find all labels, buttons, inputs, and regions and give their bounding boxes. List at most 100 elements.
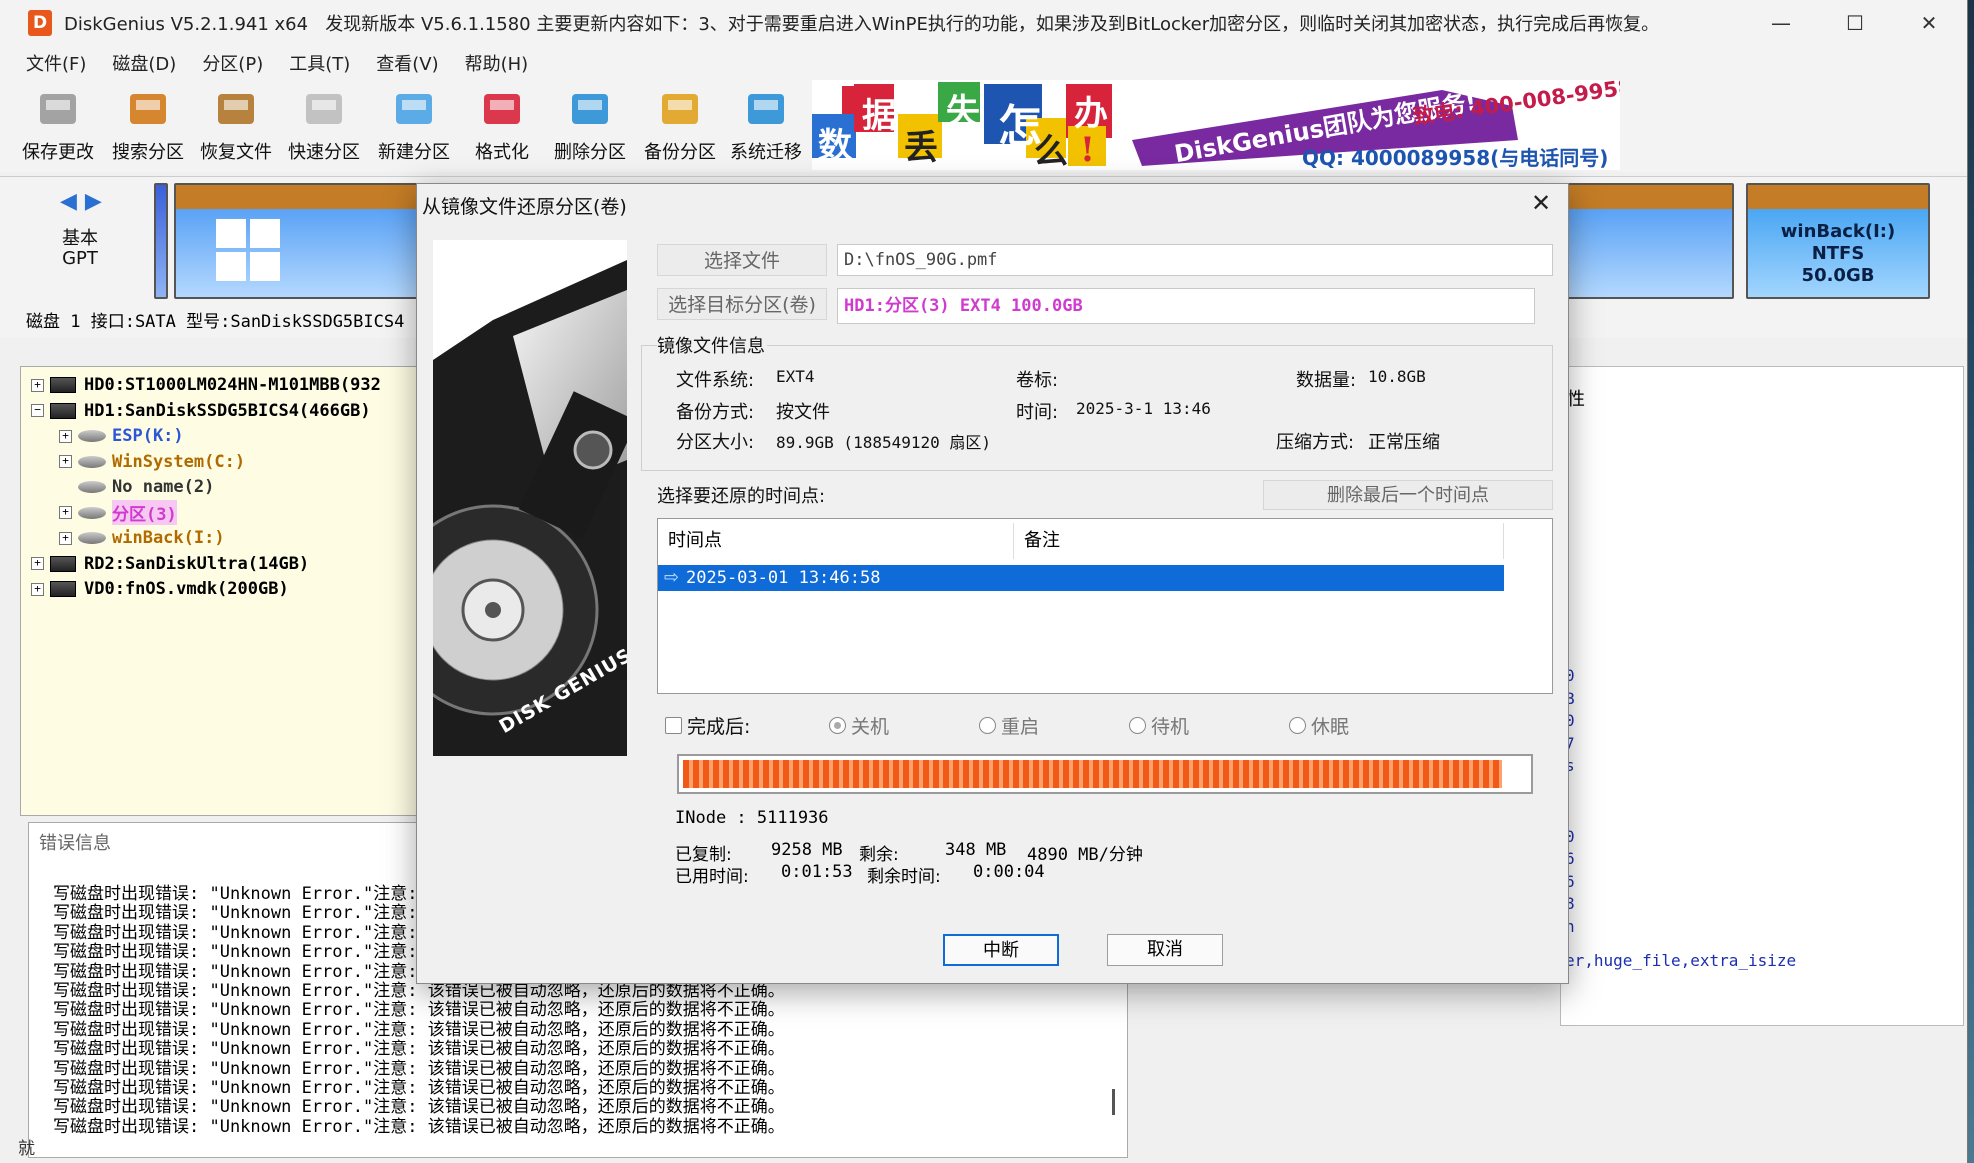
menu-help[interactable]: 帮助(H) bbox=[465, 50, 529, 76]
target-partition-field[interactable]: HD1:分区(3) EXT4 100.0GB bbox=[837, 288, 1535, 324]
menu-file[interactable]: 文件(F) bbox=[26, 50, 86, 76]
partition-segment-winback[interactable]: winBack(I:) NTFS 50.0GB bbox=[1746, 183, 1930, 299]
select-file-button[interactable]: 选择文件 bbox=[657, 244, 827, 276]
tree-expander-icon[interactable]: + bbox=[59, 429, 72, 443]
volume-label-label: 卷标: bbox=[1016, 370, 1059, 391]
search-partition-icon bbox=[124, 84, 172, 132]
radio-icon bbox=[1289, 717, 1306, 734]
data-size-value: 10.8GB bbox=[1368, 367, 1426, 386]
windows-logo-icon bbox=[216, 219, 280, 281]
migrate-system-button[interactable]: 系统迁移 bbox=[722, 84, 810, 164]
banner-char: 么 bbox=[1034, 132, 1068, 170]
tree-disk-item[interactable]: + HD0:ST1000LM024HN-M101MBB(932 bbox=[31, 373, 381, 397]
menu-partition[interactable]: 分区(P) bbox=[202, 50, 263, 76]
data-size-label: 数据量: bbox=[1296, 370, 1357, 391]
tree-expander-icon[interactable]: + bbox=[59, 531, 72, 545]
window-close-button[interactable]: ✕ bbox=[1892, 0, 1966, 46]
after-option-shutdown[interactable]: 关机 bbox=[829, 712, 889, 739]
cancel-button[interactable]: 取消 bbox=[1107, 934, 1223, 966]
radio-icon bbox=[979, 717, 996, 734]
tree-item-label: VD0:fnOS.vmdk(200GB) bbox=[84, 579, 289, 599]
error-line: 写磁盘时出现错误: "Unknown Error."注意: 该错误已被自动忽略，… bbox=[53, 1078, 785, 1098]
backup-method-value: 按文件 bbox=[776, 402, 830, 423]
recover-file-button[interactable]: 恢复文件 bbox=[192, 84, 280, 164]
backup-partition-button[interactable]: 备份分区 bbox=[636, 84, 724, 164]
menu-tools[interactable]: 工具(T) bbox=[289, 50, 350, 76]
partition-segment-esp[interactable] bbox=[154, 183, 168, 299]
disk-icon bbox=[50, 555, 76, 572]
fs-value: EXT4 bbox=[776, 367, 815, 386]
progress-fill bbox=[683, 760, 1502, 788]
partition-size-value: 89.9GB (188549120 扇区) bbox=[776, 433, 992, 452]
disk-nav-arrows[interactable]: ◀▶ bbox=[60, 189, 110, 214]
partition-params-panel: 性 0B07s0668n er,huge_file,extra_isize bbox=[1560, 366, 1964, 1026]
tree-expander-icon[interactable]: + bbox=[31, 582, 44, 596]
timepoint-list[interactable]: 时间点 备注 ⇨ 2025-03-01 13:46:58 bbox=[657, 518, 1553, 694]
delete-partition-button[interactable]: 删除分区 bbox=[546, 84, 634, 164]
tree-expander-icon[interactable]: − bbox=[31, 404, 44, 417]
error-line: 写磁盘时出现错误: "Unknown Error."注意: 该错误已被自动忽略，… bbox=[53, 1116, 785, 1137]
tree-partition-item[interactable]: No name(2) bbox=[59, 475, 214, 499]
partition-icon bbox=[78, 506, 106, 519]
dialog-close-button[interactable]: ✕ bbox=[1524, 186, 1558, 220]
time-label: 时间: bbox=[1016, 402, 1059, 423]
banner-char: 据 bbox=[862, 96, 896, 136]
error-line: 写磁盘时出现错误: "Unknown Error."注意: 该错误已被自动忽略，… bbox=[53, 1000, 785, 1021]
tree-expander-icon[interactable]: + bbox=[59, 455, 72, 468]
after-complete-checkbox[interactable]: 完成后: bbox=[665, 712, 750, 739]
error-scrollbar[interactable] bbox=[1112, 1089, 1115, 1115]
column-header-timepoint[interactable]: 时间点 bbox=[658, 523, 1014, 559]
search-partition-button[interactable]: 搜索分区 bbox=[104, 84, 192, 164]
partition-icon bbox=[78, 455, 106, 468]
toolbar-label: 备份分区 bbox=[644, 142, 716, 163]
update-notice[interactable]: 发现新版本 V5.6.1.1580 主要更新内容如下：3、对于需要重启进入Win… bbox=[325, 14, 1659, 35]
backup-method-label: 备份方式: bbox=[676, 402, 755, 423]
banner-char: ! bbox=[1080, 130, 1095, 170]
disk-type-gpt: GPT bbox=[62, 248, 98, 269]
toolbar-label: 搜索分区 bbox=[112, 142, 184, 163]
format-button[interactable]: 格式化 bbox=[458, 84, 546, 164]
file-path-field[interactable]: D:\fnOS_90G.pmf bbox=[837, 244, 1553, 276]
tree-expander-icon[interactable]: + bbox=[59, 506, 72, 519]
save-button[interactable]: 保存更改 bbox=[14, 84, 102, 164]
app-version: DiskGenius V5.2.1.941 x64 bbox=[64, 14, 309, 35]
tree-disk-item[interactable]: − HD1:SanDiskSSDG5BICS4(466GB) bbox=[31, 399, 371, 423]
radio-label: 重启 bbox=[1001, 716, 1040, 738]
partition-icon bbox=[78, 481, 106, 493]
abort-button[interactable]: 中断 bbox=[943, 934, 1059, 966]
disk-type-basic: 基本 bbox=[62, 228, 98, 249]
tree-partition-item[interactable]: + 分区(3) bbox=[59, 500, 177, 525]
backup-partition-icon bbox=[656, 84, 704, 132]
maximize-button[interactable]: ☐ bbox=[1818, 0, 1892, 46]
tree-expander-icon[interactable]: + bbox=[31, 557, 44, 570]
new-partition-button[interactable]: 新建分区 bbox=[370, 84, 458, 164]
radio-label: 休眠 bbox=[1311, 716, 1350, 738]
toolbar-label: 保存更改 bbox=[22, 142, 94, 163]
tree-expander-icon[interactable]: + bbox=[31, 378, 44, 392]
delete-partition-icon bbox=[566, 84, 614, 132]
after-option-standby[interactable]: 待机 bbox=[1129, 712, 1189, 739]
eta-label: 剩余时间: bbox=[867, 867, 941, 887]
timepoint-row[interactable]: ⇨ 2025-03-01 13:46:58 bbox=[658, 565, 1504, 591]
menu-view[interactable]: 查看(V) bbox=[376, 50, 438, 76]
elapsed-label: 已用时间: bbox=[675, 867, 749, 887]
toolbar-label: 新建分区 bbox=[378, 142, 450, 163]
status-bar-text: 就 bbox=[18, 1139, 35, 1159]
column-header-note[interactable]: 备注 bbox=[1014, 523, 1504, 559]
tree-partition-item[interactable]: + winBack(I:) bbox=[59, 526, 225, 550]
quick-partition-button[interactable]: 快速分区 bbox=[280, 84, 368, 164]
image-info-group: 文件系统: EXT4 卷标: 数据量: 10.8GB 备份方式: 按文件 时间:… bbox=[641, 345, 1553, 471]
after-option-restart[interactable]: 重启 bbox=[979, 712, 1039, 739]
select-target-button[interactable]: 选择目标分区(卷) bbox=[657, 288, 827, 320]
delete-last-timepoint-button[interactable]: 删除最后一个时间点 bbox=[1263, 480, 1553, 510]
tree-disk-item[interactable]: + VD0:fnOS.vmdk(200GB) bbox=[31, 577, 289, 601]
tree-partition-item[interactable]: + WinSystem(C:) bbox=[59, 450, 245, 474]
tree-partition-item[interactable]: + ESP(K:) bbox=[59, 424, 184, 448]
minimize-button[interactable]: — bbox=[1744, 0, 1818, 46]
ad-banner[interactable]: 数据丢失怎么办! DiskGenius团队为您服务! 致电: 400-008-9… bbox=[812, 80, 1620, 170]
after-option-hibernate[interactable]: 休眠 bbox=[1289, 712, 1349, 739]
menu-disk[interactable]: 磁盘(D) bbox=[112, 50, 176, 76]
diskgenius-window: D DiskGenius V5.2.1.941 x64 发现新版本 V5.6.1… bbox=[0, 0, 1968, 1163]
tree-disk-item[interactable]: + RD2:SanDiskUltra(14GB) bbox=[31, 552, 309, 576]
tree-item-label: winBack(I:) bbox=[112, 528, 225, 548]
